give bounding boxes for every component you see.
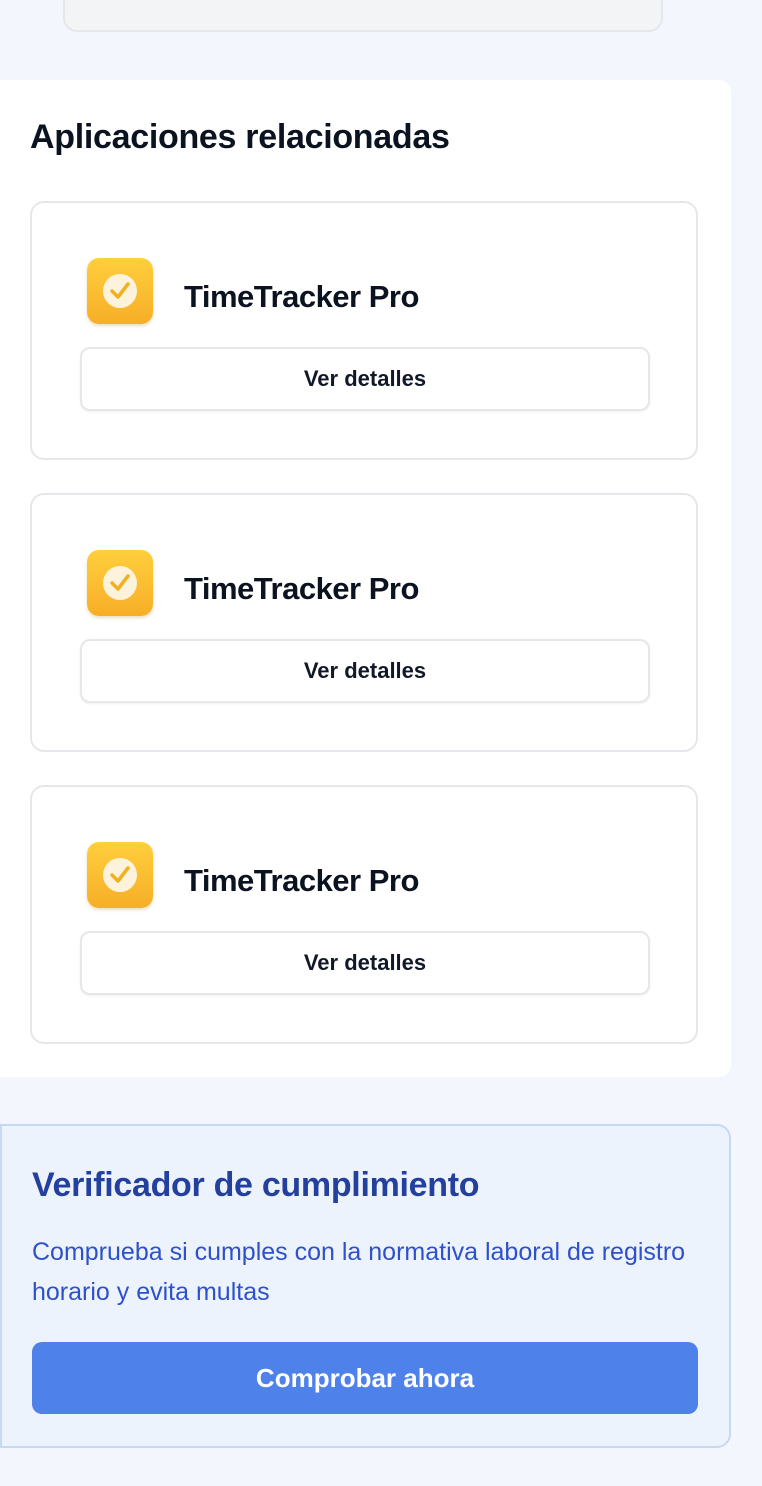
app-name[interactable]: TimeTracker Pro bbox=[184, 863, 419, 899]
app-name[interactable]: TimeTracker Pro bbox=[184, 571, 419, 607]
view-details-button[interactable]: Ver detalles bbox=[80, 931, 650, 995]
app-card: TimeTracker Pro Ver detalles bbox=[30, 785, 698, 1044]
app-name[interactable]: TimeTracker Pro bbox=[184, 279, 419, 315]
compliance-title: Verificador de cumplimiento bbox=[32, 1166, 480, 1204]
compliance-checker-panel: Verificador de cumplimiento Comprueba si… bbox=[0, 1124, 731, 1448]
clock-check-icon bbox=[87, 550, 153, 616]
clock-check-icon bbox=[87, 842, 153, 908]
app-card: TimeTracker Pro Ver detalles bbox=[30, 201, 698, 460]
compliance-description: Comprueba si cumples con la normativa la… bbox=[32, 1238, 686, 1306]
app-card: TimeTracker Pro Ver detalles bbox=[30, 493, 698, 752]
view-details-button[interactable]: Ver detalles bbox=[80, 347, 650, 411]
check-now-button[interactable]: Comprobar ahora bbox=[32, 1342, 698, 1414]
clock-check-icon bbox=[87, 258, 153, 324]
previous-section-card bbox=[63, 0, 663, 32]
page: Aplicaciones relacionadas TimeTracker Pr… bbox=[0, 0, 762, 1486]
view-details-button[interactable]: Ver detalles bbox=[80, 639, 650, 703]
related-apps-title: Aplicaciones relacionadas bbox=[30, 118, 450, 156]
